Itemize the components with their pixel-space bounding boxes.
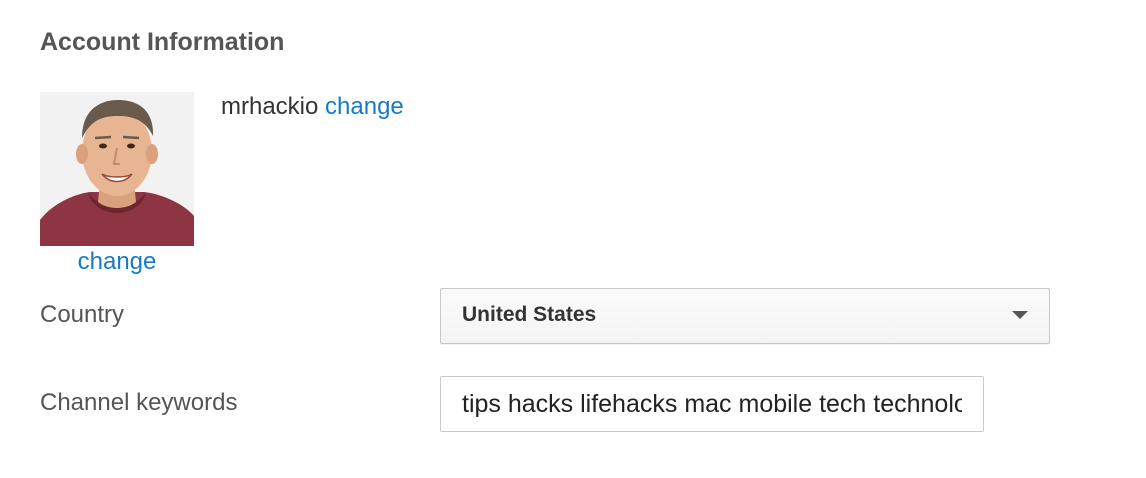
username: mrhackio <box>221 93 319 120</box>
avatar[interactable] <box>40 92 194 246</box>
username-change-link[interactable]: change <box>325 93 404 120</box>
country-label: Country <box>40 301 125 328</box>
channel-keywords-label: Channel keywords <box>40 389 238 416</box>
country-select[interactable]: United States <box>440 288 1050 344</box>
country-select-value: United States <box>462 303 597 326</box>
channel-keywords-input[interactable] <box>440 376 984 432</box>
section-title: Account Information <box>40 28 285 56</box>
avatar-change-link[interactable]: change <box>40 248 194 276</box>
chevron-down-icon <box>1012 311 1028 319</box>
account-information-panel: Account Information change mrhackio chan… <box>0 0 1146 478</box>
avatar-photo <box>40 92 194 246</box>
username-row: mrhackio change <box>221 93 404 121</box>
